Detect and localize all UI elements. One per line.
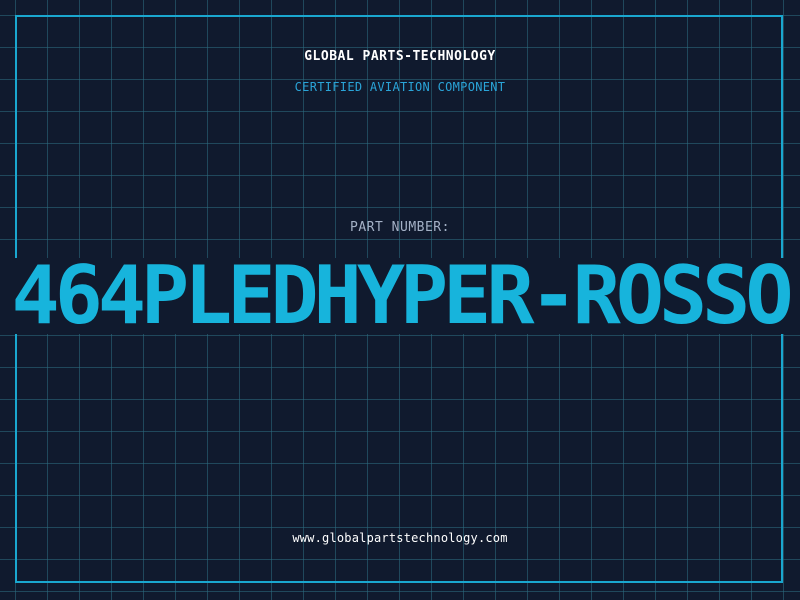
website-url: www.globalpartstechnology.com [292,531,508,545]
part-number-value: 464PLEDHYPER-ROSSO [11,258,794,334]
company-name: GLOBAL PARTS-TECHNOLOGY [304,49,496,64]
certification-tagline: CERTIFIED AVIATION COMPONENT [294,80,506,94]
part-number-band: 464PLEDHYPER-ROSSO [0,258,800,334]
part-number-label: PART NUMBER: [350,220,450,235]
part-label-page: GLOBAL PARTS-TECHNOLOGY CERTIFIED AVIATI… [0,0,800,600]
